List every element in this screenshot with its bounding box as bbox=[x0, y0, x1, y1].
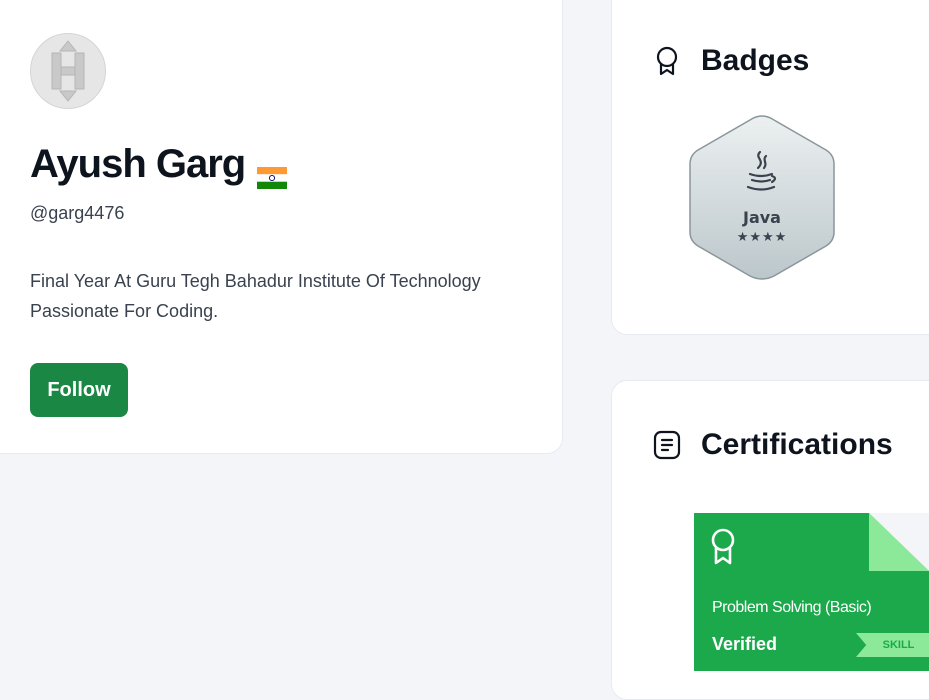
avatar-letter-icon bbox=[51, 40, 85, 102]
badges-title: Badges bbox=[701, 44, 810, 77]
avatar[interactable] bbox=[30, 33, 106, 109]
profile-name: Ayush Garg bbox=[30, 142, 288, 189]
certifications-title: Certifications bbox=[701, 428, 893, 461]
certificate-problem-solving[interactable]: Problem Solving (Basic) Verified SKILL bbox=[694, 513, 929, 671]
badge-label: Java bbox=[743, 208, 781, 227]
ribbon-icon bbox=[711, 528, 735, 565]
cert-tag: SKILL bbox=[856, 633, 929, 657]
cert-name: Problem Solving (Basic) bbox=[712, 599, 872, 616]
profile-name-text: Ayush Garg bbox=[30, 142, 246, 186]
india-flag-icon bbox=[257, 154, 288, 189]
badge-java[interactable]: Java ★★★★ bbox=[686, 114, 838, 282]
follow-button[interactable]: Follow bbox=[30, 363, 128, 417]
document-icon bbox=[652, 429, 682, 461]
java-cup-icon bbox=[746, 150, 777, 191]
profile-bio: Final Year At Guru Tegh Bahadur Institut… bbox=[30, 271, 481, 321]
certifications-header: Certifications bbox=[652, 428, 893, 462]
profile-handle: @garg4476 bbox=[30, 203, 125, 223]
badges-header: Badges bbox=[652, 44, 809, 78]
cert-status: Verified bbox=[712, 634, 778, 654]
cert-fold-corner bbox=[869, 513, 929, 571]
badge-icon bbox=[652, 45, 682, 77]
badge-hexagon bbox=[689, 115, 835, 280]
badge-stars: ★★★★ bbox=[736, 230, 788, 245]
